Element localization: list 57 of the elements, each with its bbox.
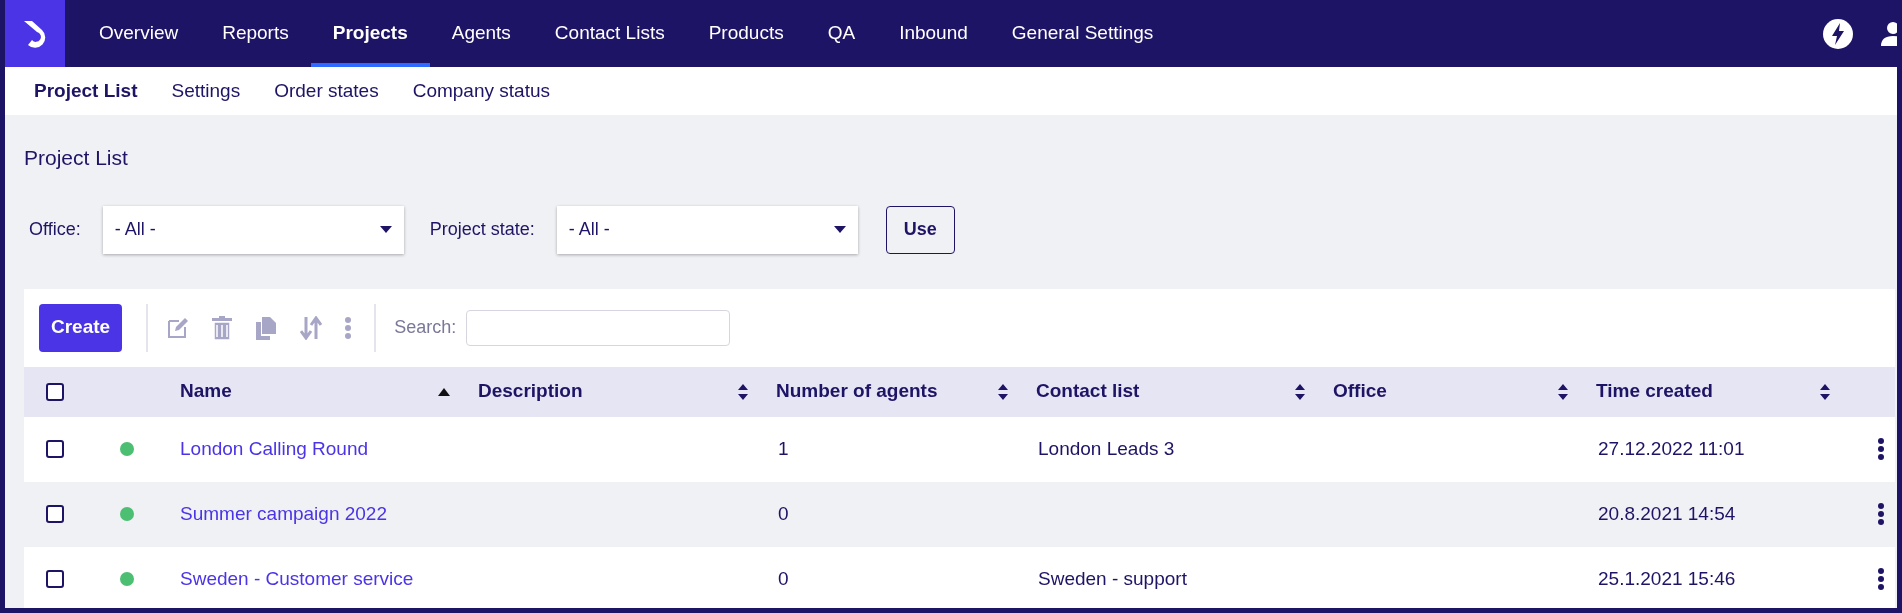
dropdown-caret-icon: [379, 226, 392, 233]
nav-tab[interactable]: Reports: [200, 0, 311, 67]
table-cell: 25.1.2021 15:46: [1598, 567, 1736, 589]
page-title: Project List: [24, 145, 129, 171]
project-link[interactable]: Sweden - Customer service: [180, 567, 414, 589]
row-menu-icon[interactable]: [1877, 438, 1885, 460]
nav-tab[interactable]: Agents: [429, 0, 533, 67]
sort-icon[interactable]: [1820, 383, 1830, 400]
table-cell: 1: [778, 437, 789, 459]
project-link[interactable]: Summer campaign 2022: [180, 502, 387, 524]
table-cell: Sweden - support: [1038, 567, 1187, 589]
subnav-tab[interactable]: Settings: [171, 76, 241, 106]
nav-tab[interactable]: General Settings: [989, 0, 1176, 67]
table-row[interactable]: Summer campaign 2022 0 20.8.2021 14:54: [24, 481, 1895, 547]
column-header[interactable]: Time created: [1596, 377, 1713, 406]
table-cell: 0: [778, 502, 789, 524]
dropdown-caret-icon: [833, 226, 846, 233]
row-menu-icon[interactable]: [1877, 503, 1885, 525]
create-button[interactable]: Create: [39, 303, 123, 352]
subnav-tab[interactable]: Company status: [412, 76, 550, 106]
logo[interactable]: [5, 0, 65, 67]
nav-tab[interactable]: Products: [686, 0, 806, 67]
column-header[interactable]: Description: [478, 377, 583, 406]
nav-tab[interactable]: Inbound: [877, 0, 990, 67]
table-cell: 0: [778, 567, 789, 589]
column-header[interactable]: Number of agents: [776, 377, 938, 406]
nav-tab[interactable]: Overview: [77, 0, 201, 67]
sort-icon[interactable]: [1295, 383, 1305, 400]
sort-icon[interactable]: [998, 383, 1008, 400]
lightning-icon[interactable]: [1822, 17, 1854, 50]
user-icon[interactable]: [1879, 19, 1897, 48]
search-label: Search:: [394, 316, 457, 339]
column-header[interactable]: Name: [180, 377, 232, 406]
filter-label: Project state:: [429, 218, 535, 241]
column-header[interactable]: Office: [1333, 377, 1387, 406]
row-menu-icon[interactable]: [1877, 568, 1885, 590]
checkbox[interactable]: [46, 505, 64, 523]
table-cell: 27.12.2022 11:01: [1598, 437, 1745, 459]
column-header[interactable]: Contact list: [1036, 377, 1140, 406]
checkbox[interactable]: [46, 440, 64, 458]
sort-ascending-icon[interactable]: [438, 387, 450, 396]
table-cell: London Leads 3: [1038, 437, 1175, 459]
use-button[interactable]: Use: [885, 205, 955, 254]
filter-label: Office:: [29, 218, 81, 241]
filter-dropdown[interactable]: - All -: [102, 205, 404, 254]
checkbox[interactable]: [46, 382, 64, 401]
filter-dropdown[interactable]: - All -: [556, 205, 858, 254]
sort-icon[interactable]: [1558, 383, 1568, 400]
project-link[interactable]: London Calling Round: [180, 437, 369, 459]
checkbox[interactable]: [46, 570, 64, 588]
table-cell: 20.8.2021 14:54: [1598, 502, 1736, 524]
subnav-tab[interactable]: Project List: [34, 76, 138, 106]
subnav-tab[interactable]: Order states: [274, 76, 379, 106]
sort-icon[interactable]: [738, 383, 748, 400]
nav-tab[interactable]: Contact Lists: [532, 0, 687, 67]
nav-tab[interactable]: QA: [805, 0, 878, 67]
search-field[interactable]: [466, 309, 731, 346]
